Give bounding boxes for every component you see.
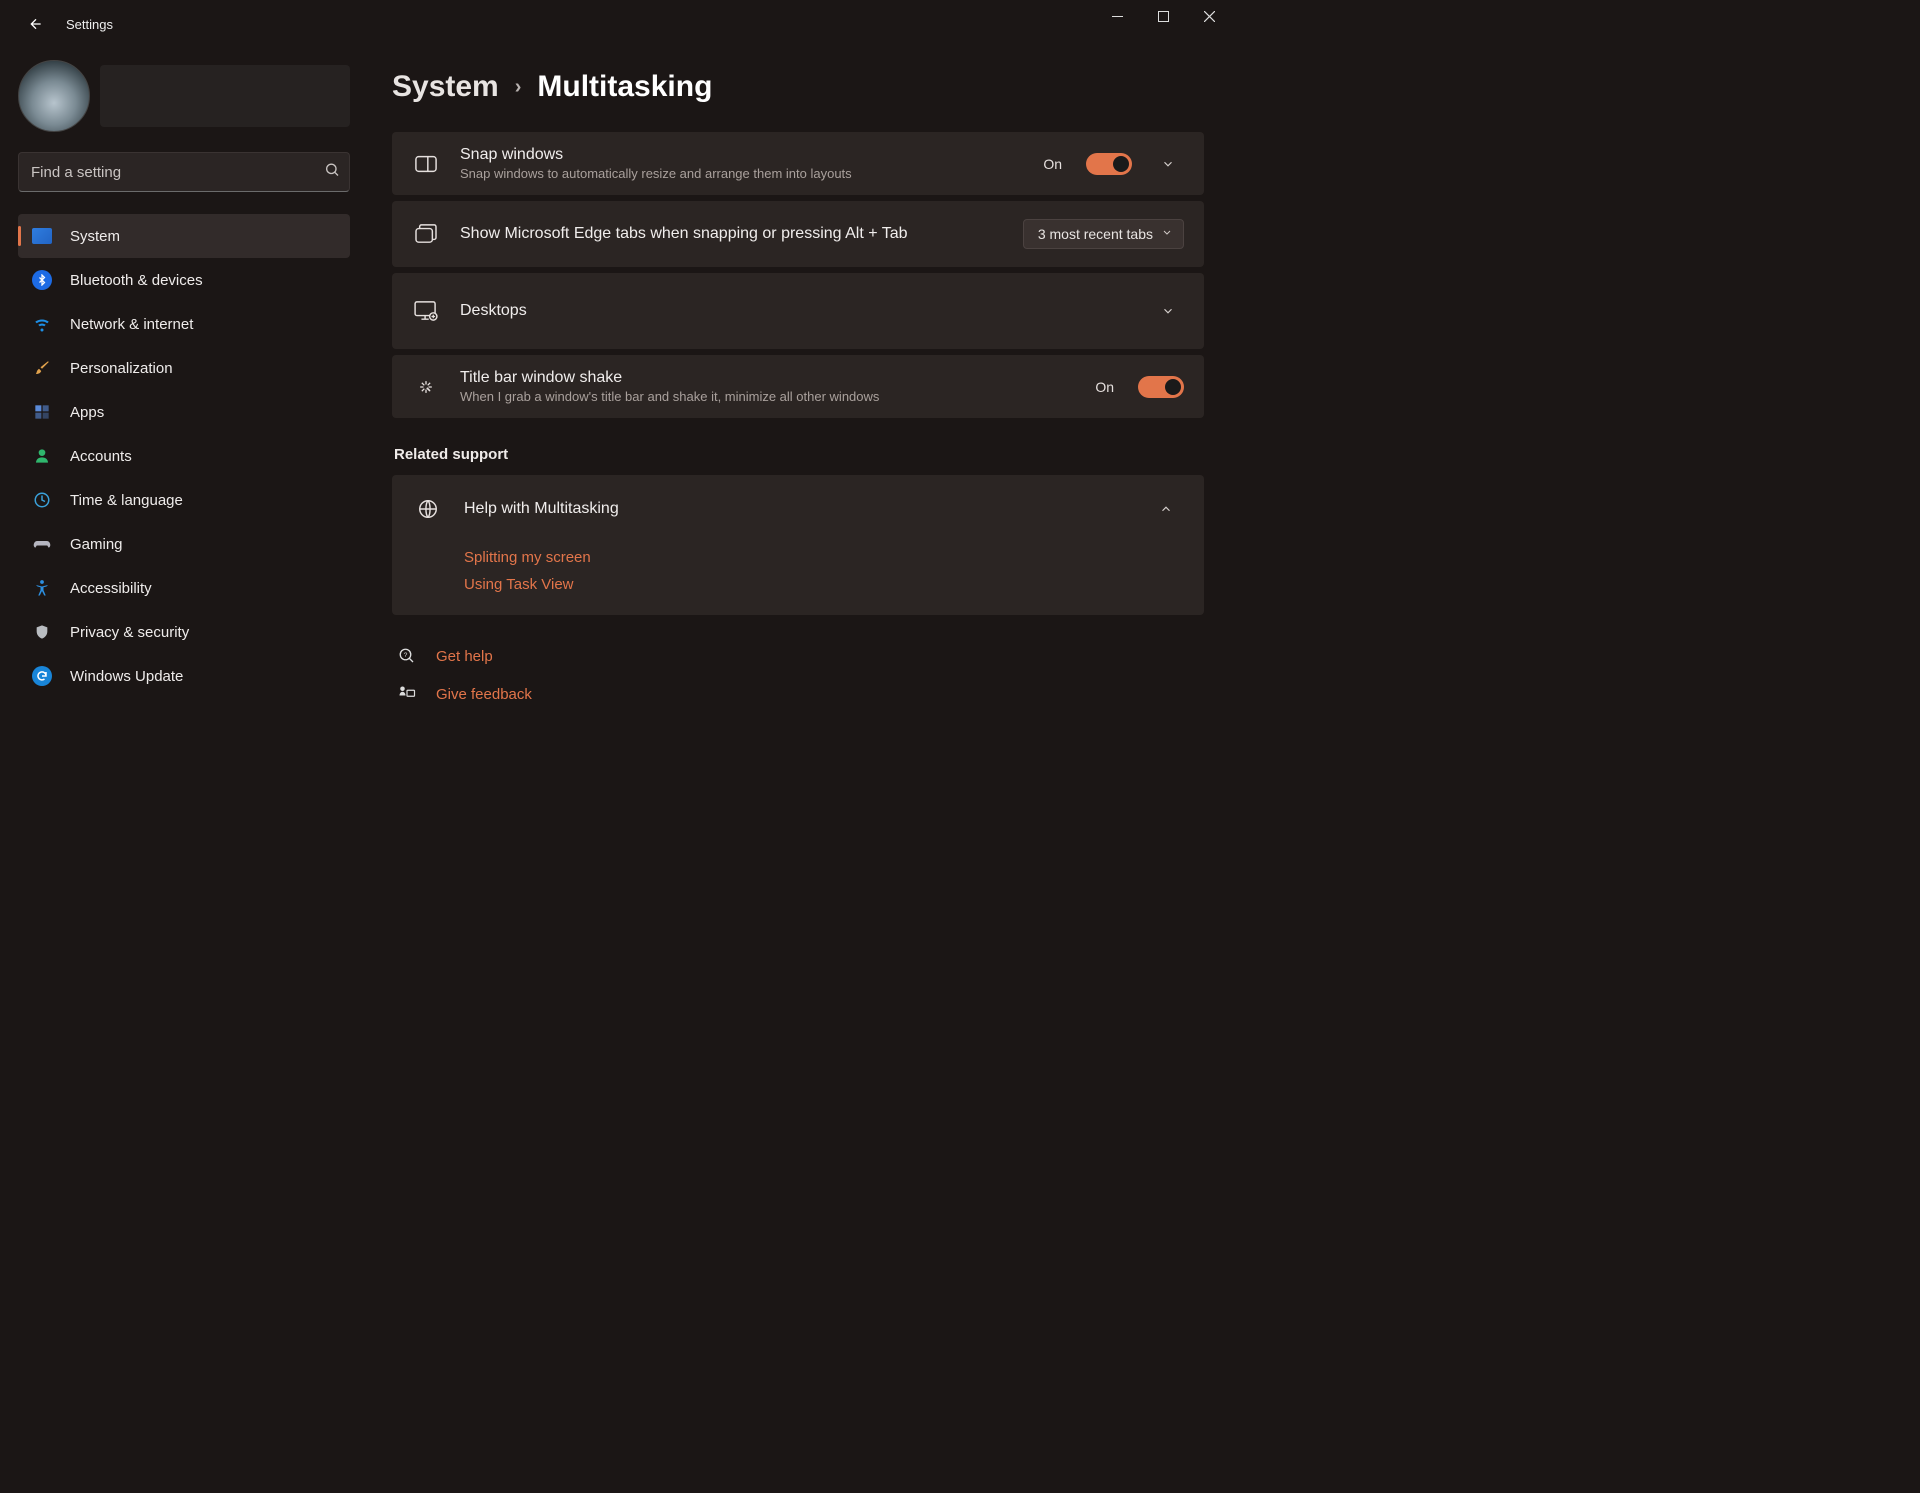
sidebar-item-personalization[interactable]: Personalization [18,346,350,390]
setting-title: Title bar window shake [460,369,1075,387]
sidebar-item-windows-update[interactable]: Windows Update [18,654,350,698]
get-help-label: Get help [436,648,493,665]
sidebar-item-label: Windows Update [70,668,183,685]
feedback-icon [396,685,418,703]
profile-block[interactable] [18,60,350,132]
toggle-state-label: On [1095,379,1114,395]
desktops-icon [412,297,440,325]
bluetooth-icon [32,270,52,290]
related-support-heading: Related support [394,446,1204,463]
shake-icon [412,373,440,401]
apps-icon [32,402,52,422]
sidebar-item-label: Time & language [70,492,183,509]
sidebar-item-bluetooth[interactable]: Bluetooth & devices [18,258,350,302]
globe-help-icon [414,495,442,523]
toggle-state-label: On [1043,156,1062,172]
breadcrumb-root[interactable]: System [392,70,499,104]
breadcrumb-current: Multitasking [537,70,712,104]
setting-title: Show Microsoft Edge tabs when snapping o… [460,225,1003,243]
search-input[interactable] [18,152,350,192]
expand-snap-button[interactable] [1152,148,1184,180]
sidebar-item-label: Accessibility [70,580,152,597]
chevron-right-icon: › [515,76,522,99]
sidebar-item-network[interactable]: Network & internet [18,302,350,346]
close-button[interactable] [1186,0,1232,32]
help-title: Help with Multitasking [464,500,1128,518]
profile-name-placeholder [100,65,350,127]
breadcrumb: System › Multitasking [392,70,1204,104]
clock-globe-icon [32,490,52,510]
setting-desktops[interactable]: Desktops [392,273,1204,349]
collapse-help-button[interactable] [1150,493,1182,525]
snap-icon [412,150,440,178]
sidebar-item-label: Personalization [70,360,173,377]
search-icon [324,162,340,183]
setting-subtitle: Snap windows to automatically resize and… [460,166,1023,181]
sidebar-item-accessibility[interactable]: Accessibility [18,566,350,610]
alttab-icon [412,220,440,248]
shield-icon [32,622,52,642]
help-link-splitting[interactable]: Splitting my screen [464,549,1182,566]
sidebar-item-system[interactable]: System [18,214,350,258]
dropdown-value: 3 most recent tabs [1038,226,1153,242]
setting-title-bar-shake: Title bar window shake When I grab a win… [392,355,1204,418]
give-feedback-link[interactable]: Give feedback [392,679,1204,709]
wifi-icon [32,314,52,334]
help-expand-button[interactable]: Help with Multitasking [392,475,1204,543]
sidebar-item-gaming[interactable]: Gaming [18,522,350,566]
setting-edge-alttab: Show Microsoft Edge tabs when snapping o… [392,201,1204,267]
system-icon [32,226,52,246]
help-card: Help with Multitasking Splitting my scre… [392,475,1204,615]
sidebar-item-accounts[interactable]: Accounts [18,434,350,478]
sidebar-item-label: Apps [70,404,104,421]
maximize-button[interactable] [1140,0,1186,32]
get-help-link[interactable]: ? Get help [392,641,1204,671]
setting-snap-windows[interactable]: Snap windows Snap windows to automatical… [392,132,1204,195]
setting-title: Snap windows [460,146,1023,164]
help-link-taskview[interactable]: Using Task View [464,576,1182,593]
sidebar-item-apps[interactable]: Apps [18,390,350,434]
app-title: Settings [66,17,113,32]
avatar [18,60,90,132]
edge-tabs-dropdown[interactable]: 3 most recent tabs [1023,219,1184,249]
expand-desktops-button[interactable] [1152,295,1184,327]
get-help-icon: ? [396,647,418,665]
sidebar-item-label: Privacy & security [70,624,189,641]
sidebar-item-label: System [70,228,120,245]
sidebar-item-label: Gaming [70,536,123,553]
setting-title: Desktops [460,302,1132,320]
feedback-label: Give feedback [436,686,532,703]
sidebar-item-label: Bluetooth & devices [70,272,203,289]
sidebar-item-label: Network & internet [70,316,193,333]
brush-icon [32,358,52,378]
svg-text:?: ? [404,652,408,659]
minimize-button[interactable] [1094,0,1140,32]
snap-toggle[interactable] [1086,153,1132,175]
chevron-down-icon [1161,227,1173,242]
update-icon [32,666,52,686]
accessibility-icon [32,578,52,598]
gamepad-icon [32,534,52,554]
sidebar-item-time-language[interactable]: Time & language [18,478,350,522]
sidebar-item-label: Accounts [70,448,132,465]
back-button[interactable] [16,4,56,44]
shake-toggle[interactable] [1138,376,1184,398]
setting-subtitle: When I grab a window's title bar and sha… [460,389,1075,404]
sidebar-item-privacy[interactable]: Privacy & security [18,610,350,654]
person-icon [32,446,52,466]
